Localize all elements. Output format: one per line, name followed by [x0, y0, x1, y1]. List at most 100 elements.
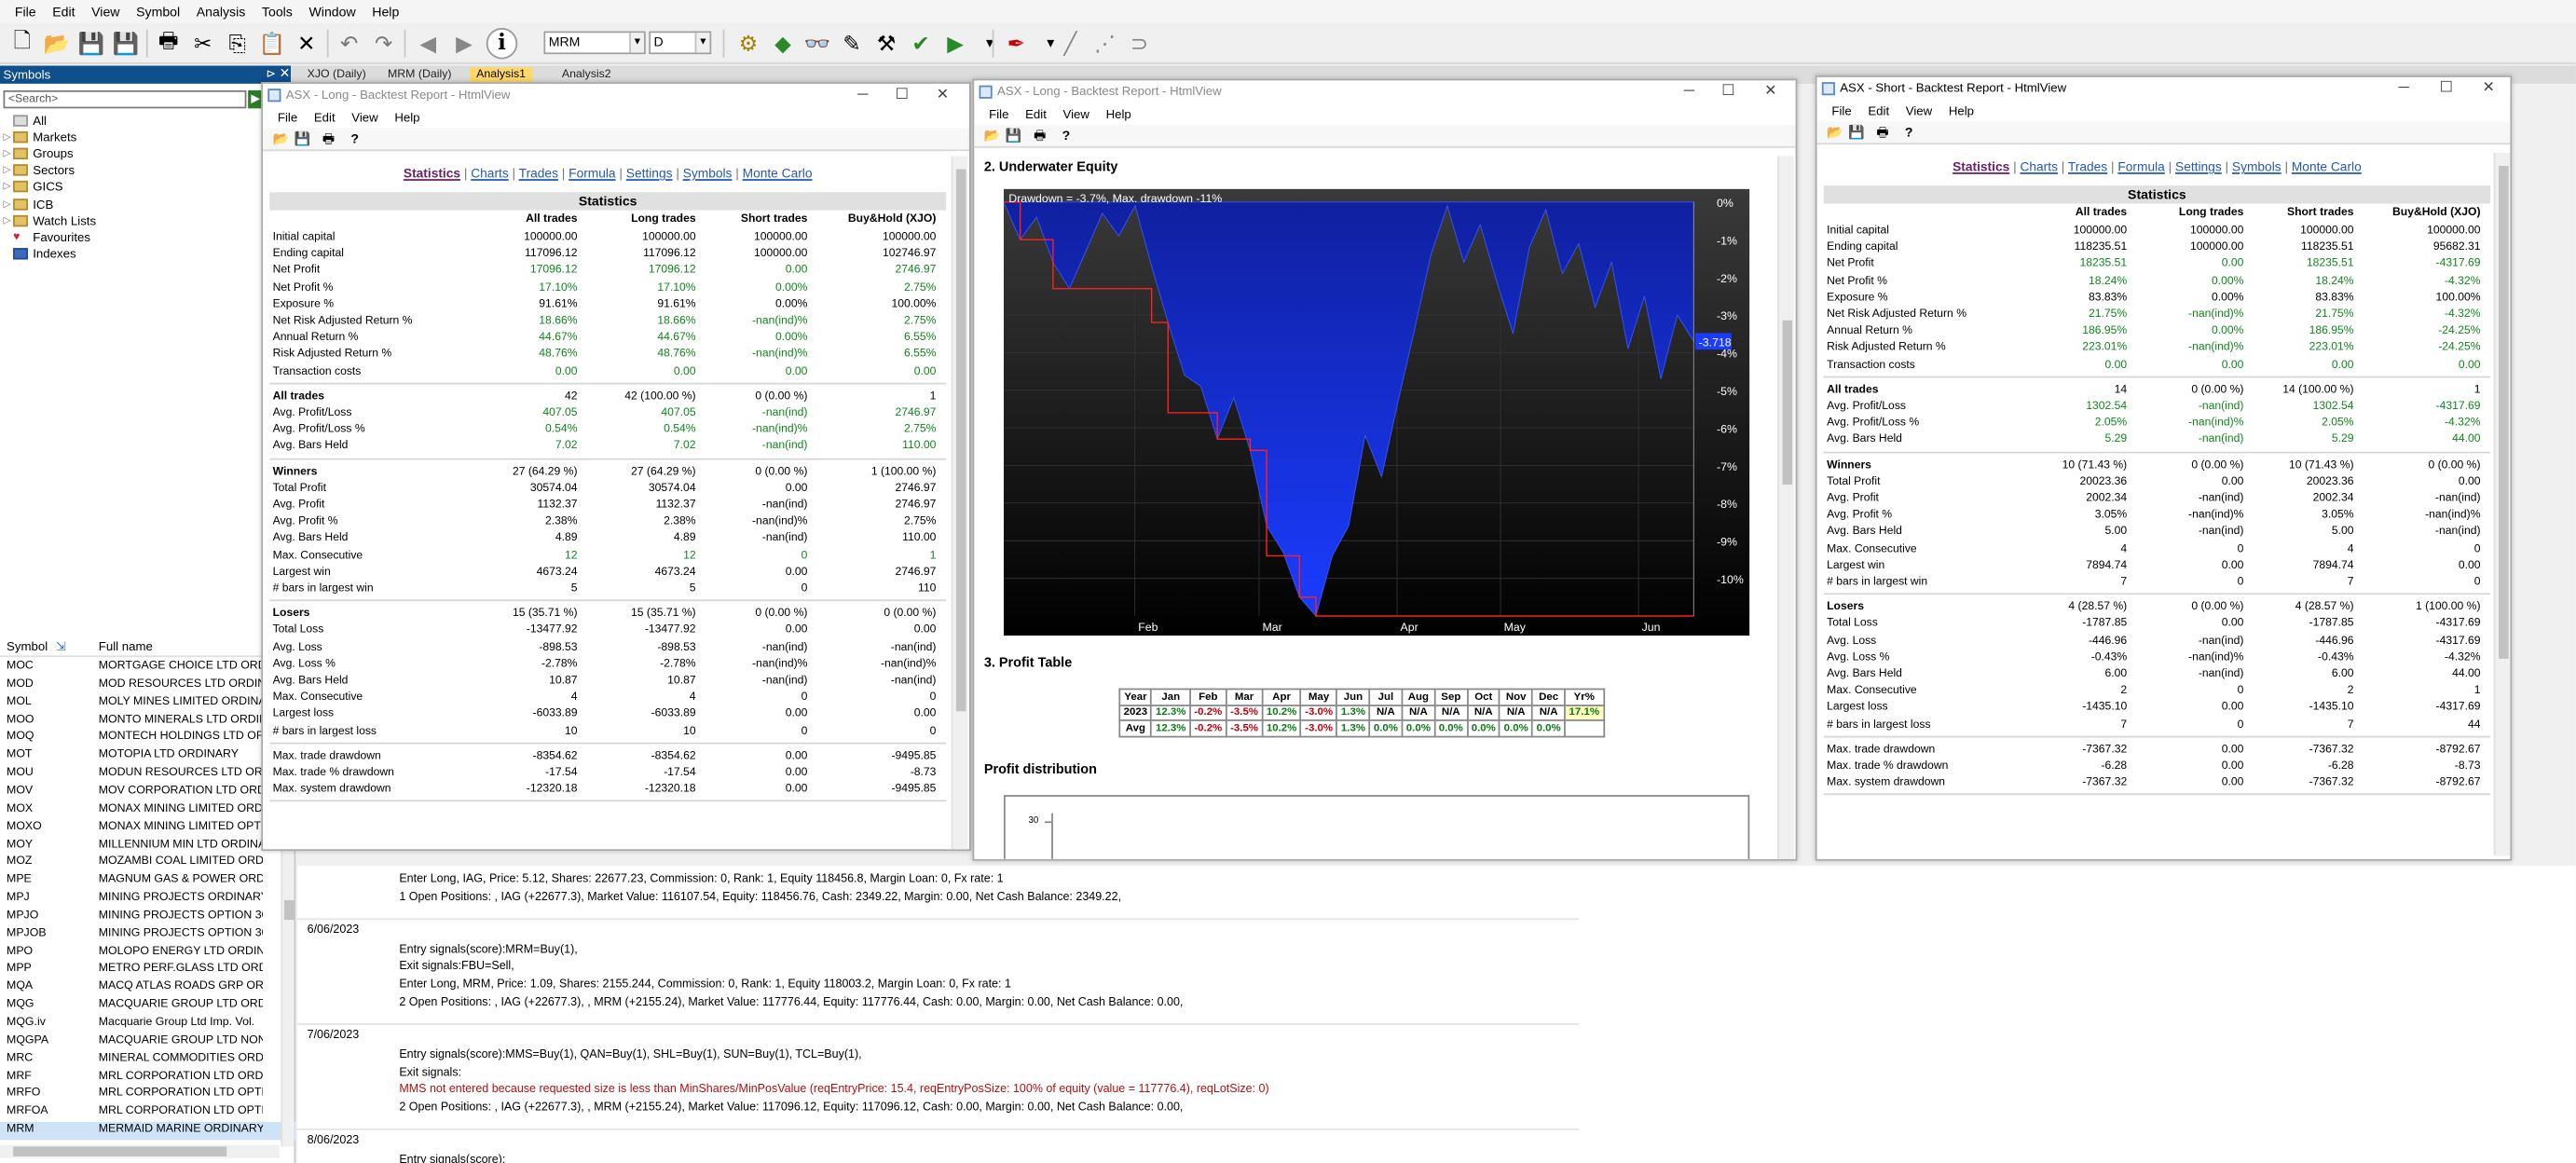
chevron-right-icon[interactable]: ▷ [4, 131, 14, 143]
nav-link-symbols[interactable]: Symbols [2232, 159, 2281, 174]
tree-node-gics[interactable]: ▷ GICS [4, 179, 97, 196]
symbol-list-hscroll[interactable] [0, 1144, 280, 1158]
walk-forward-icon[interactable]: ✔ [905, 28, 936, 59]
symbol-row[interactable]: MOZ MOZAMBI COAL LIMITED ORDINARY [0, 855, 295, 872]
nav-link-trades[interactable]: Trades [2068, 159, 2107, 174]
print-icon[interactable]: 🖶 [1874, 125, 1891, 142]
window-menu-edit[interactable]: Edit [306, 110, 343, 125]
minimize-icon[interactable]: ─ [2399, 79, 2409, 96]
symbol-row[interactable]: MRF MRL CORPORATION LTD ORDINARY [0, 1069, 295, 1087]
open-folder-icon[interactable]: 📂 [273, 131, 290, 148]
symbol-row[interactable]: MRFO MRL CORPORATION LTD OPTION 31 [0, 1087, 295, 1104]
symbol-row[interactable]: MOD MOD RESOURCES LTD ORDINARY [0, 677, 295, 694]
nav-link-monte-carlo[interactable]: Monte Carlo [2292, 159, 2362, 174]
window-menu-help[interactable]: Help [1940, 103, 1982, 118]
chevron-right-icon[interactable]: ▷ [4, 148, 14, 159]
save-icon[interactable]: 💾 [1006, 128, 1022, 144]
symbol-row[interactable]: MQA MACQ ATLAS ROADS GRP ORDINARY [0, 979, 295, 997]
symbol-combo[interactable]: MRM ▼ [543, 31, 646, 55]
symbol-search-input[interactable]: <Search> [3, 89, 247, 109]
window-menu-edit[interactable]: Edit [1017, 107, 1054, 122]
chevron-right-icon[interactable]: ▷ [4, 182, 14, 193]
maximize-icon[interactable]: ☐ [2440, 79, 2453, 97]
nav-link-formula[interactable]: Formula [569, 166, 615, 181]
symbol-row[interactable]: MRC MINERAL COMMODITIES ORDINARY [0, 1051, 295, 1069]
tree-node-favourites[interactable]: ♥ Favourites [4, 229, 97, 246]
tree-node-icb[interactable]: ▷ ICB [4, 196, 97, 212]
binoculars-icon[interactable]: 👓 [802, 28, 832, 59]
symbol-row[interactable]: MOX MONAX MINING LIMITED ORDINARY [0, 801, 295, 819]
window-menu-help[interactable]: Help [1098, 107, 1140, 122]
nav-link-symbols[interactable]: Symbols [683, 166, 733, 181]
optimize-icon[interactable]: ⚒ [870, 28, 901, 59]
symbol-row[interactable]: MOC MORTGAGE CHOICE LTD ORDINARY [0, 659, 295, 677]
symbol-row[interactable]: MOY MILLENNIUM MIN LTD ORDINARY [0, 837, 295, 855]
menu-analysis[interactable]: Analysis [188, 4, 253, 19]
tree-node-indexes[interactable]: Indexes [4, 246, 97, 263]
symbol-row[interactable]: MOT MOTOPIA LTD ORDINARY [0, 747, 295, 765]
long-scrollbar[interactable] [951, 156, 968, 850]
chevron-down-icon[interactable]: ▼ [629, 33, 644, 53]
undo-icon[interactable]: ↶ [334, 28, 364, 59]
nav-link-trades[interactable]: Trades [519, 166, 558, 181]
tree-node-sectors[interactable]: ▷ Sectors [4, 162, 97, 179]
chart-scrollbar[interactable] [1777, 156, 1794, 859]
print-icon[interactable]: 🖶 [321, 131, 337, 148]
nav-link-formula[interactable]: Formula [2117, 159, 2164, 174]
tree-node-watch-lists[interactable]: ▷ Watch Lists [4, 212, 97, 229]
save-icon[interactable]: 💾 [75, 28, 106, 59]
print-icon[interactable]: 🖶 [1032, 128, 1048, 144]
symbol-row[interactable]: MRM MERMAID MARINE ORDINARY [0, 1122, 296, 1141]
menu-edit[interactable]: Edit [44, 4, 83, 19]
copy-icon[interactable]: ⎘ [222, 28, 253, 59]
nav-link-charts[interactable]: Charts [471, 166, 508, 181]
close-icon[interactable]: ✕ [1764, 82, 1776, 100]
menu-view[interactable]: View [83, 4, 128, 19]
help-icon[interactable]: ? [1900, 125, 1917, 142]
nav-link-monte-carlo[interactable]: Monte Carlo [743, 166, 813, 181]
save-icon[interactable]: 💾 [295, 131, 311, 148]
redo-icon[interactable]: ↷ [368, 28, 399, 59]
close-icon[interactable]: ✕ [937, 86, 949, 103]
symbol-row[interactable]: MPE MAGNUM GAS & POWER ORDINARY [0, 872, 295, 890]
symbol-row[interactable]: MPO MOLOPO ENERGY LTD ORDINARY [0, 944, 295, 962]
open-folder-icon[interactable]: 📂 [1827, 125, 1843, 142]
symbol-row[interactable]: MOQ MONTECH HOLDINGS LTD ORDINARY [0, 730, 295, 747]
maximize-icon[interactable]: ☐ [1721, 82, 1734, 100]
paste-icon[interactable]: 📋 [256, 28, 287, 59]
scan-icon[interactable]: ✎ [836, 28, 867, 59]
window-menu-file[interactable]: File [1824, 103, 1860, 118]
symbol-row[interactable]: MOXO MONAX MINING LIMITED OPTION [0, 819, 295, 837]
symbol-row[interactable]: MQG MACQUARIE GROUP LTD ORDINARY [0, 997, 295, 1015]
print-icon[interactable]: 🖶 [153, 27, 184, 59]
chevron-right-icon[interactable]: ▷ [4, 198, 14, 210]
menu-file[interactable]: File [7, 4, 44, 19]
symbol-row[interactable]: MOU MODUN RESOURCES LTD ORDINARY [0, 766, 295, 784]
symbol-row[interactable]: MRFOA MRL CORPORATION LTD OPTION 17 [0, 1104, 295, 1122]
symbol-row[interactable]: MQGPA MACQUARIE GROUP LTD NON-CUM [0, 1033, 295, 1050]
nav-link-settings[interactable]: Settings [2175, 159, 2222, 174]
menu-tools[interactable]: Tools [253, 4, 301, 19]
window-menu-help[interactable]: Help [387, 110, 429, 125]
window-menu-file[interactable]: File [980, 107, 1017, 122]
close-icon[interactable]: ✕ [280, 66, 291, 81]
symbol-row[interactable]: MQG.iv Macquarie Group Ltd Imp. Vol. [0, 1015, 295, 1033]
short-scrollbar[interactable] [2493, 152, 2511, 856]
new-file-icon[interactable]: 🗋 [7, 27, 37, 59]
nav-link-charts[interactable]: Charts [2020, 159, 2057, 174]
save-icon[interactable]: 💾 [1848, 125, 1865, 142]
highlighter-icon[interactable]: ✒ [1000, 28, 1031, 59]
draw-line-icon[interactable]: ╱ [1055, 28, 1086, 59]
sort-icon[interactable]: ⇲ [56, 639, 66, 654]
delete-icon[interactable]: ✕ [291, 28, 322, 59]
dotted-line-icon[interactable]: ⋰ [1089, 28, 1120, 59]
nav-link-statistics[interactable]: Statistics [404, 166, 460, 181]
magnet-icon[interactable]: ⊃ [1124, 28, 1155, 59]
help-icon[interactable]: ? [347, 131, 363, 148]
symbol-row[interactable]: MPJ MINING PROJECTS ORDINARY [0, 890, 295, 908]
tree-node-markets[interactable]: ▷ Markets [4, 129, 97, 145]
minimize-icon[interactable]: ─ [1684, 82, 1694, 99]
back-arrow-icon[interactable]: ◀ [412, 28, 443, 59]
open-folder-icon[interactable]: 📂 [41, 28, 72, 59]
menu-window[interactable]: Window [301, 4, 364, 19]
